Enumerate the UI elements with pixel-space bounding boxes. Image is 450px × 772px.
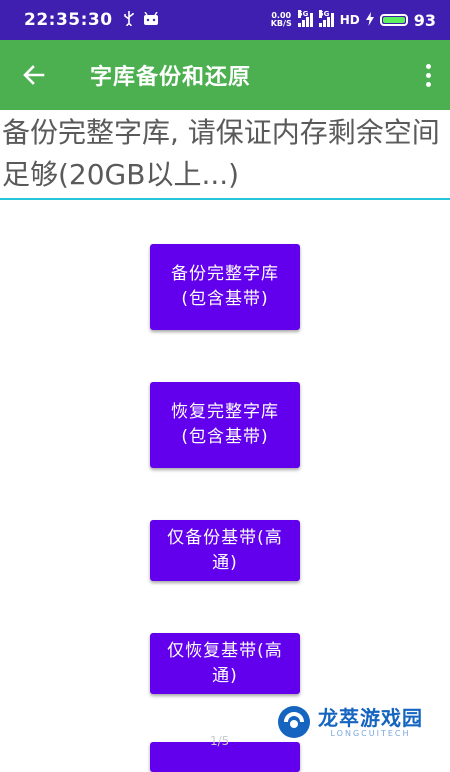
sim2-network-label: 5G xyxy=(318,10,330,18)
notice-text: 备份完整字库, 请保证内存剩余空间足够(20GB以上...) xyxy=(0,112,450,200)
page-indicator: 1/5 xyxy=(210,734,230,748)
battery-level: 93 xyxy=(413,10,436,30)
signal-sim2-icon: 5G xyxy=(318,10,334,27)
net-speed-unit: KB/S xyxy=(270,19,292,28)
signal-sim1-icon: 5G xyxy=(297,10,313,27)
sim1-network-label: 5G xyxy=(297,10,309,18)
watermark-logo-icon xyxy=(278,706,310,738)
status-time: 22:35:30 xyxy=(24,10,113,30)
hd-label: HD xyxy=(339,13,360,27)
restore-baseband-button[interactable]: 仅恢复基带(高通) xyxy=(150,633,300,694)
watermark: 龙萃游戏园 LONGCUITECH xyxy=(276,704,423,740)
more-vert-icon xyxy=(425,63,431,69)
arrow-back-icon xyxy=(23,65,45,85)
page-title: 字库备份和还原 xyxy=(90,65,252,90)
back-button[interactable] xyxy=(14,55,54,95)
usb-icon xyxy=(123,10,135,30)
status-right: 0.00 KB/S 5G 5G HD 93 xyxy=(271,10,436,30)
watermark-sub: LONGCUITECH xyxy=(330,728,411,738)
status-bar: 22:35:30 0.00 KB/S 5G 5G HD 93 xyxy=(0,0,450,40)
overflow-menu-button[interactable] xyxy=(418,55,438,95)
android-icon xyxy=(143,11,159,30)
backup-baseband-button[interactable]: 仅备份基带(高通) xyxy=(150,520,300,581)
restore-full-button[interactable]: 恢复完整字库(包含基带) xyxy=(150,382,300,468)
battery-icon xyxy=(379,14,408,26)
backup-full-button[interactable]: 备份完整字库(包含基带) xyxy=(150,244,300,330)
app-bar: 字库备份和还原 xyxy=(0,40,450,110)
notification-icons xyxy=(123,10,159,30)
network-speed: 0.00 KB/S xyxy=(271,12,292,28)
watermark-name: 龙萃游戏园 xyxy=(318,705,423,730)
charging-icon xyxy=(365,11,374,29)
